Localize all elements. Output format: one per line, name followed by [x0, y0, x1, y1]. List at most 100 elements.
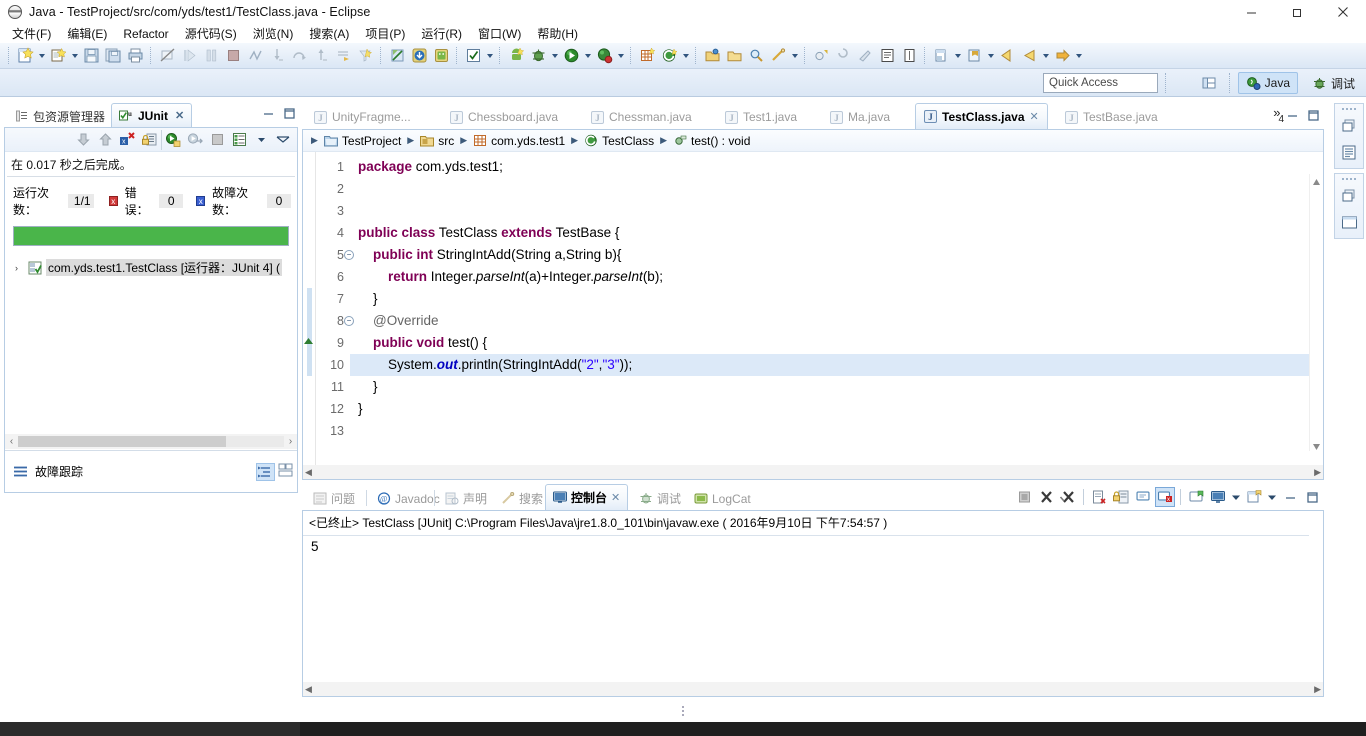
breadcrumb-item-project[interactable]: TestProject	[323, 134, 401, 148]
editor-tab-chessman[interactable]: J Chessman.java	[583, 105, 700, 129]
perspective-tab-java[interactable]: Java	[1237, 72, 1298, 94]
pin-console-icon[interactable]	[1186, 487, 1206, 507]
console-vertical-scrollbar[interactable]	[1309, 535, 1323, 682]
code-line-5[interactable]: public int StringIntAdd(String a,String …	[350, 244, 1323, 266]
export-icon[interactable]	[408, 45, 430, 67]
console-horizontal-scrollbar[interactable]: ◀ ▶	[303, 682, 1323, 696]
outline-view-icon[interactable]	[1336, 139, 1362, 165]
menu-refactor[interactable]: Refactor	[115, 25, 176, 43]
show-failures-only-icon[interactable]: x	[117, 130, 137, 150]
code-line-9[interactable]: public void test() {	[350, 332, 1323, 354]
menu-edit[interactable]: 编辑(E)	[59, 25, 115, 43]
menu-project[interactable]: 项目(P)	[357, 25, 413, 43]
back-icon[interactable]	[996, 45, 1018, 67]
code-line-1[interactable]: package com.yds.test1;	[350, 156, 1323, 178]
new-java-class-icon[interactable]	[47, 45, 69, 67]
code-line-6[interactable]: return Integer.parseInt(a)+Integer.parse…	[350, 266, 1323, 288]
menu-source[interactable]: 源代码(S)	[177, 25, 245, 43]
clear-console-icon[interactable]	[1089, 487, 1109, 507]
menu-navigate[interactable]: 浏览(N)	[245, 25, 302, 43]
minimize-icon[interactable]	[1228, 0, 1274, 24]
test-history-icon[interactable]	[229, 130, 249, 150]
close-icon[interactable]: ✕	[175, 109, 184, 122]
junit-horizontal-scrollbar[interactable]: ‹ ›	[5, 434, 297, 449]
scroll-left-icon[interactable]: ‹	[5, 436, 18, 447]
restore-view-icon[interactable]	[1336, 112, 1362, 138]
remove-all-terminated-icon[interactable]	[1058, 487, 1078, 507]
minimize-view-icon[interactable]	[262, 107, 275, 123]
display-selected-console-icon[interactable]	[1208, 487, 1228, 507]
back2-icon[interactable]	[1018, 45, 1040, 67]
scroll-lock-icon[interactable]	[1111, 487, 1131, 507]
breadcrumb-expand-arrow-icon[interactable]: ▶	[311, 135, 318, 146]
step-into-icon[interactable]	[266, 45, 288, 67]
coverage-icon[interactable]	[593, 45, 615, 67]
save-all-icon[interactable]	[102, 45, 124, 67]
previous-failure-icon[interactable]	[95, 130, 115, 150]
minimize-view-icon[interactable]	[1280, 487, 1300, 507]
overview-ruler[interactable]	[1309, 174, 1323, 451]
scroll-left-icon[interactable]: ◀	[305, 684, 312, 695]
class-dropdown-arrow[interactable]	[69, 45, 80, 67]
pin-editor-icon[interactable]	[963, 45, 985, 67]
view-tab-javadoc[interactable]: @ Javadoc	[370, 487, 447, 510]
editor-tab-test1[interactable]: J Test1.java	[717, 105, 805, 129]
breadcrumb-item-src[interactable]: src	[420, 134, 454, 148]
new-java-project-icon[interactable]	[636, 45, 658, 67]
disconnect-icon[interactable]	[244, 45, 266, 67]
code-line-13[interactable]	[350, 420, 1323, 442]
code-line-8[interactable]: @Override	[350, 310, 1323, 332]
annotation-ruler[interactable]	[303, 152, 316, 465]
junit-test-tree-item[interactable]: › com.yds.test1.TestClass [运行器：JUnit 4] …	[5, 256, 297, 279]
terminate-icon[interactable]	[1014, 487, 1034, 507]
file-dropdown-arrow[interactable]	[952, 45, 963, 67]
check-dropdown-arrow[interactable]	[484, 45, 495, 67]
code-line-3[interactable]	[350, 200, 1323, 222]
restore-view-icon[interactable]	[1336, 182, 1362, 208]
maximize-view-icon[interactable]	[1302, 487, 1322, 507]
debug-dropdown-arrow[interactable]	[549, 45, 560, 67]
run-dropdown-arrow[interactable]	[582, 45, 593, 67]
breadcrumb-item-class[interactable]: TestClass	[584, 134, 654, 148]
view-tab-console[interactable]: 控制台 ✕	[545, 484, 629, 510]
search2-icon[interactable]	[767, 45, 789, 67]
scroll-down-icon[interactable]	[1312, 440, 1321, 450]
toggle-word-wrap-icon[interactable]	[898, 45, 920, 67]
code-line-10[interactable]: System.out.println(StringIntAdd("2","3")…	[350, 354, 1323, 376]
menu-file[interactable]: 文件(F)	[4, 25, 59, 43]
run-to-line-icon[interactable]	[332, 45, 354, 67]
stop-test-icon[interactable]	[207, 130, 227, 150]
code-line-12[interactable]: }	[350, 398, 1323, 420]
code-line-4[interactable]: public class TestClass extends TestBase …	[350, 222, 1323, 244]
coverage-dropdown-arrow[interactable]	[615, 45, 626, 67]
editor-horizontal-scrollbar[interactable]: ◀ ▶	[303, 465, 1323, 479]
open-resource-icon[interactable]	[723, 45, 745, 67]
open-perspective-icon[interactable]	[1198, 73, 1220, 93]
scroll-thumb[interactable]	[18, 436, 226, 447]
project-dropdown-arrow[interactable]	[680, 45, 691, 67]
minimize-view-icon[interactable]	[1286, 109, 1299, 125]
maximize-view-icon[interactable]	[283, 107, 296, 123]
compare-result-icon[interactable]	[278, 463, 293, 481]
last-edit-icon[interactable]	[854, 45, 876, 67]
rerun-test-icon[interactable]	[161, 129, 183, 150]
code-editor[interactable]: 1 2 3 4 5 − 6 7 8 − 9 10 11 12 13 packag…	[303, 152, 1323, 465]
editor-tab-chessboard[interactable]: J Chessboard.java	[442, 105, 566, 129]
editor-tab-unityfragment[interactable]: J UnityFragme...	[306, 105, 419, 129]
debug-icon[interactable]	[527, 45, 549, 67]
toggle-block-selection-icon[interactable]	[876, 45, 898, 67]
close-icon[interactable]: ✕	[1030, 110, 1039, 123]
show-console-on-output-icon[interactable]	[1133, 487, 1153, 507]
skip-breakpoints-icon[interactable]	[386, 45, 408, 67]
save-icon[interactable]	[80, 45, 102, 67]
step-over-icon[interactable]	[288, 45, 310, 67]
open-console-arrow-icon[interactable]	[1266, 487, 1278, 507]
view-tab-problems[interactable]: 问题	[306, 487, 362, 510]
scroll-left-icon[interactable]: ◀	[305, 467, 312, 478]
view-tab-junit[interactable]: u JUnit ✕	[111, 103, 193, 127]
scroll-track[interactable]	[18, 436, 284, 447]
terminate-icon[interactable]	[222, 45, 244, 67]
display-console-arrow-icon[interactable]	[1230, 487, 1242, 507]
menu-window[interactable]: 窗口(W)	[470, 25, 529, 43]
perspective-tab-debug[interactable]: 调试	[1305, 72, 1362, 94]
